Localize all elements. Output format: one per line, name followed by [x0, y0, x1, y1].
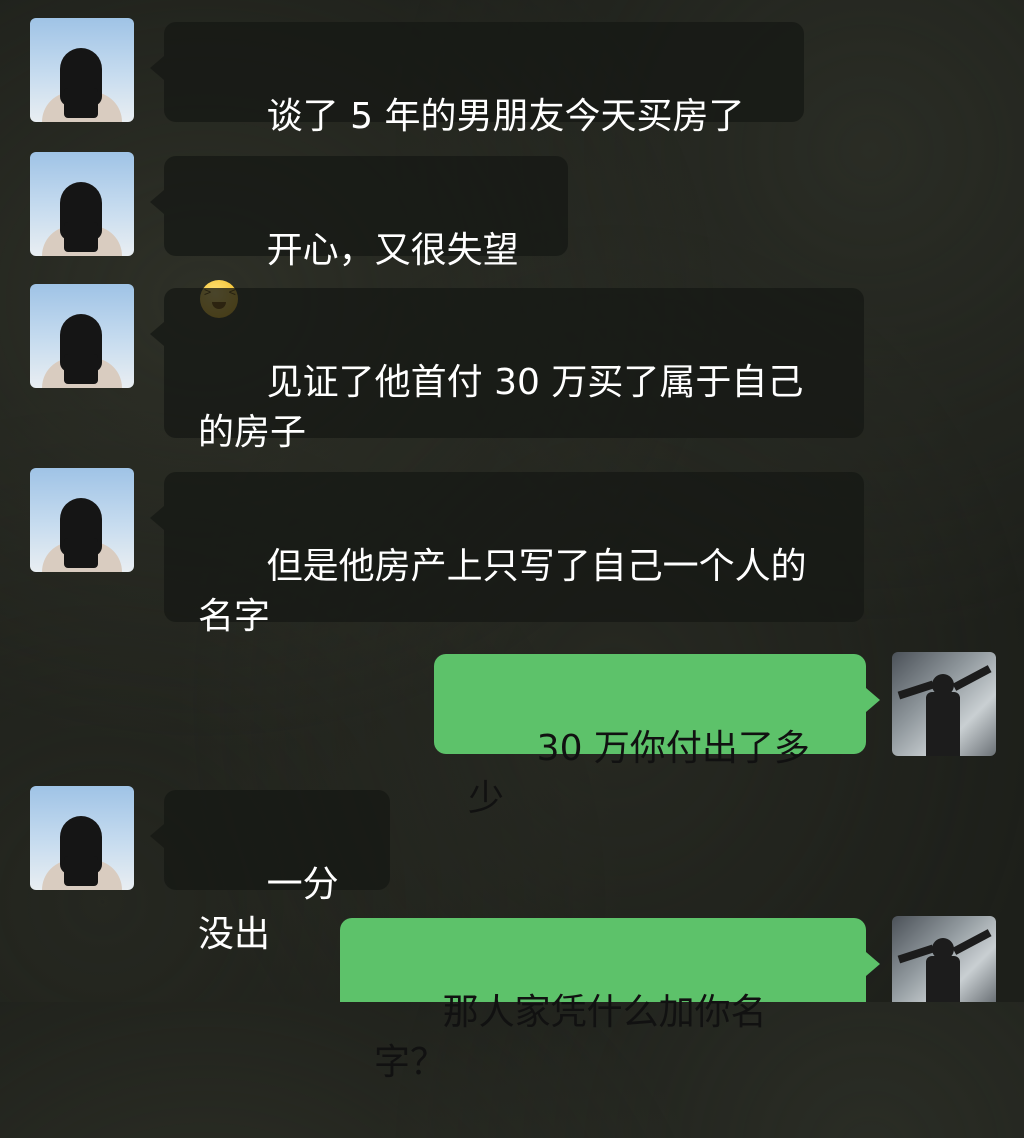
outgoing-message-bubble[interactable]: 那人家凭什么加你名字？ [340, 918, 880, 1083]
message-text: 30 万你付出了多少 [468, 728, 810, 819]
incoming-message-bubble[interactable]: 谈了 5 年的男朋友今天买房了 [150, 22, 804, 137]
incoming-message-bubble[interactable]: 一分没出 [150, 790, 390, 955]
message-text: 一分没出 [198, 864, 339, 955]
contact-avatar[interactable] [30, 284, 134, 388]
contact-avatar[interactable] [30, 152, 134, 256]
message-text: 那人家凭什么加你名字？ [374, 992, 767, 1083]
outgoing-message-bubble[interactable]: 30 万你付出了多少 [434, 654, 880, 819]
contact-avatar[interactable] [30, 468, 134, 572]
self-avatar[interactable] [892, 916, 996, 1002]
incoming-message-bubble[interactable]: 但是他房产上只写了自己一个人的 名字 [150, 472, 864, 637]
message-text: 开心，又很失望 [266, 230, 519, 271]
contact-avatar[interactable] [30, 786, 134, 890]
self-avatar[interactable] [892, 652, 996, 756]
incoming-message-bubble[interactable]: 见证了他首付 30 万买了属于自己 的房子 [150, 288, 864, 453]
message-text: 见证了他首付 30 万买了属于自己 的房子 [198, 362, 804, 453]
incoming-message-bubble[interactable]: 开心，又很失望 [150, 156, 568, 318]
chat-window: 谈了 5 年的男朋友今天买房了 开心，又很失望 见证了他首付 30 万买了属于自… [0, 0, 1024, 1083]
message-text: 谈了 5 年的男朋友今天买房了 [266, 96, 745, 137]
message-text: 但是他房产上只写了自己一个人的 名字 [198, 546, 807, 637]
contact-avatar[interactable] [30, 18, 134, 122]
